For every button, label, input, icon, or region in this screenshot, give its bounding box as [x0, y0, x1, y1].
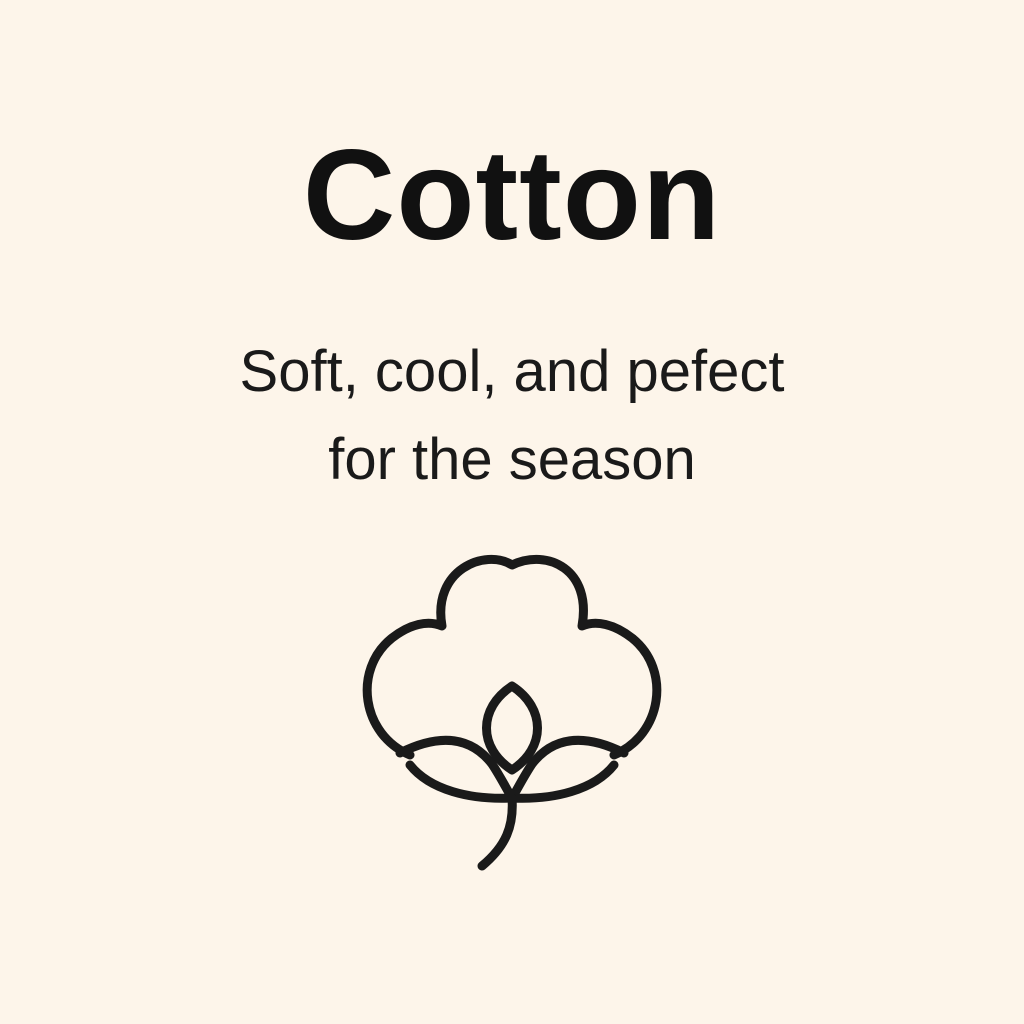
cotton-boll-icon [362, 554, 662, 871]
cotton-center-petal [482, 681, 542, 775]
cotton-poster: Cotton Soft, cool, and pefect for the se… [0, 0, 1024, 1024]
cotton-stem [477, 793, 517, 871]
cotton-cloud-outline [362, 554, 662, 760]
tagline-line-2: for the season [328, 427, 696, 492]
tagline-line-1: Soft, cool, and pefect [239, 339, 785, 404]
poster-tagline: Soft, cool, and pefect for the season [0, 328, 1024, 504]
poster-title: Cotton [302, 124, 722, 267]
